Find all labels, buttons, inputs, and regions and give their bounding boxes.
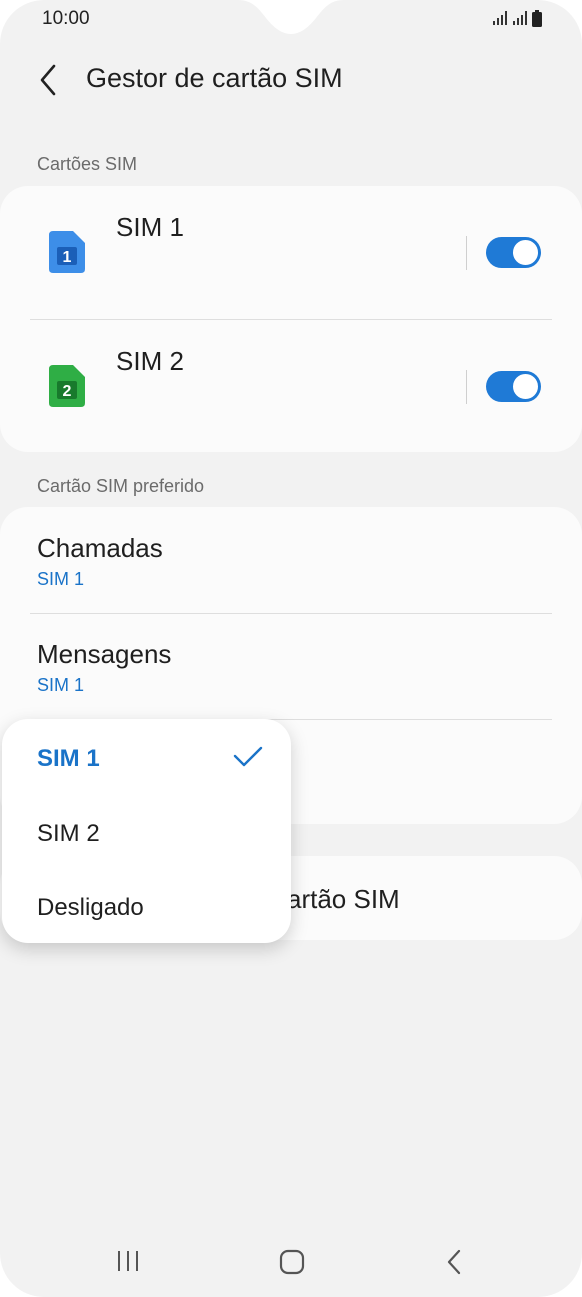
chevron-left-icon[interactable] xyxy=(34,62,64,98)
sim-cards-card: 1 SIM 1 2 SIM 2 xyxy=(0,186,582,452)
section-preferred-label: Cartão SIM preferido xyxy=(37,476,205,496)
sim-row-1[interactable]: 1 SIM 1 xyxy=(0,186,582,318)
sim-badge-text: 1 xyxy=(63,249,72,266)
camera-notch xyxy=(238,0,344,34)
pref-value: SIM 1 xyxy=(37,675,85,695)
sim-2-toggle[interactable] xyxy=(486,371,541,402)
system-nav-bar xyxy=(0,1230,582,1290)
dropdown-option-off[interactable]: Desligado xyxy=(2,869,291,943)
signal-icon xyxy=(513,11,527,25)
dropdown-option-sim2[interactable]: SIM 2 xyxy=(2,795,291,869)
section-sim-cards-label: Cartões SIM xyxy=(37,154,138,174)
sim-card-icon: 1 xyxy=(49,231,85,273)
pref-value: SIM 1 xyxy=(37,569,85,589)
checkmark-icon xyxy=(233,746,263,767)
pref-row-calls[interactable]: Chamadas SIM 1 xyxy=(0,507,582,613)
dropdown-option-sim1[interactable]: SIM 1 xyxy=(2,719,291,795)
sim-badge-text: 2 xyxy=(63,383,72,400)
sim-select-dropdown: SIM 1 SIM 2 Desligado xyxy=(2,719,291,943)
option-label: SIM 1 xyxy=(37,745,100,772)
back-icon[interactable] xyxy=(444,1249,464,1275)
battery-icon xyxy=(532,9,542,27)
page-title: Gestor de cartão SIM xyxy=(86,63,343,93)
signal-icon xyxy=(493,11,507,25)
sim-name: SIM 1 xyxy=(116,212,184,242)
sim-name: SIM 2 xyxy=(116,346,184,376)
pref-label: Chamadas xyxy=(37,533,163,563)
pref-label: Mensagens xyxy=(37,639,172,669)
recent-apps-icon[interactable] xyxy=(116,1249,140,1273)
more-settings-label: artão SIM xyxy=(287,884,400,914)
phone-screen: 10:00 Gestor de cartão SIM Cartões SIM 1 xyxy=(0,0,582,1297)
home-icon[interactable] xyxy=(279,1249,305,1275)
sim-row-2[interactable]: 2 SIM 2 xyxy=(0,320,582,452)
status-time: 10:00 xyxy=(42,8,90,29)
divider xyxy=(466,236,467,270)
status-icons xyxy=(492,8,542,28)
divider xyxy=(466,370,467,404)
app-bar: Gestor de cartão SIM xyxy=(0,50,582,110)
sim-1-toggle[interactable] xyxy=(486,237,541,268)
option-label: SIM 2 xyxy=(37,820,100,847)
option-label: Desligado xyxy=(37,894,144,921)
pref-row-messages[interactable]: Mensagens SIM 1 xyxy=(0,614,582,719)
sim-card-icon: 2 xyxy=(49,365,85,407)
